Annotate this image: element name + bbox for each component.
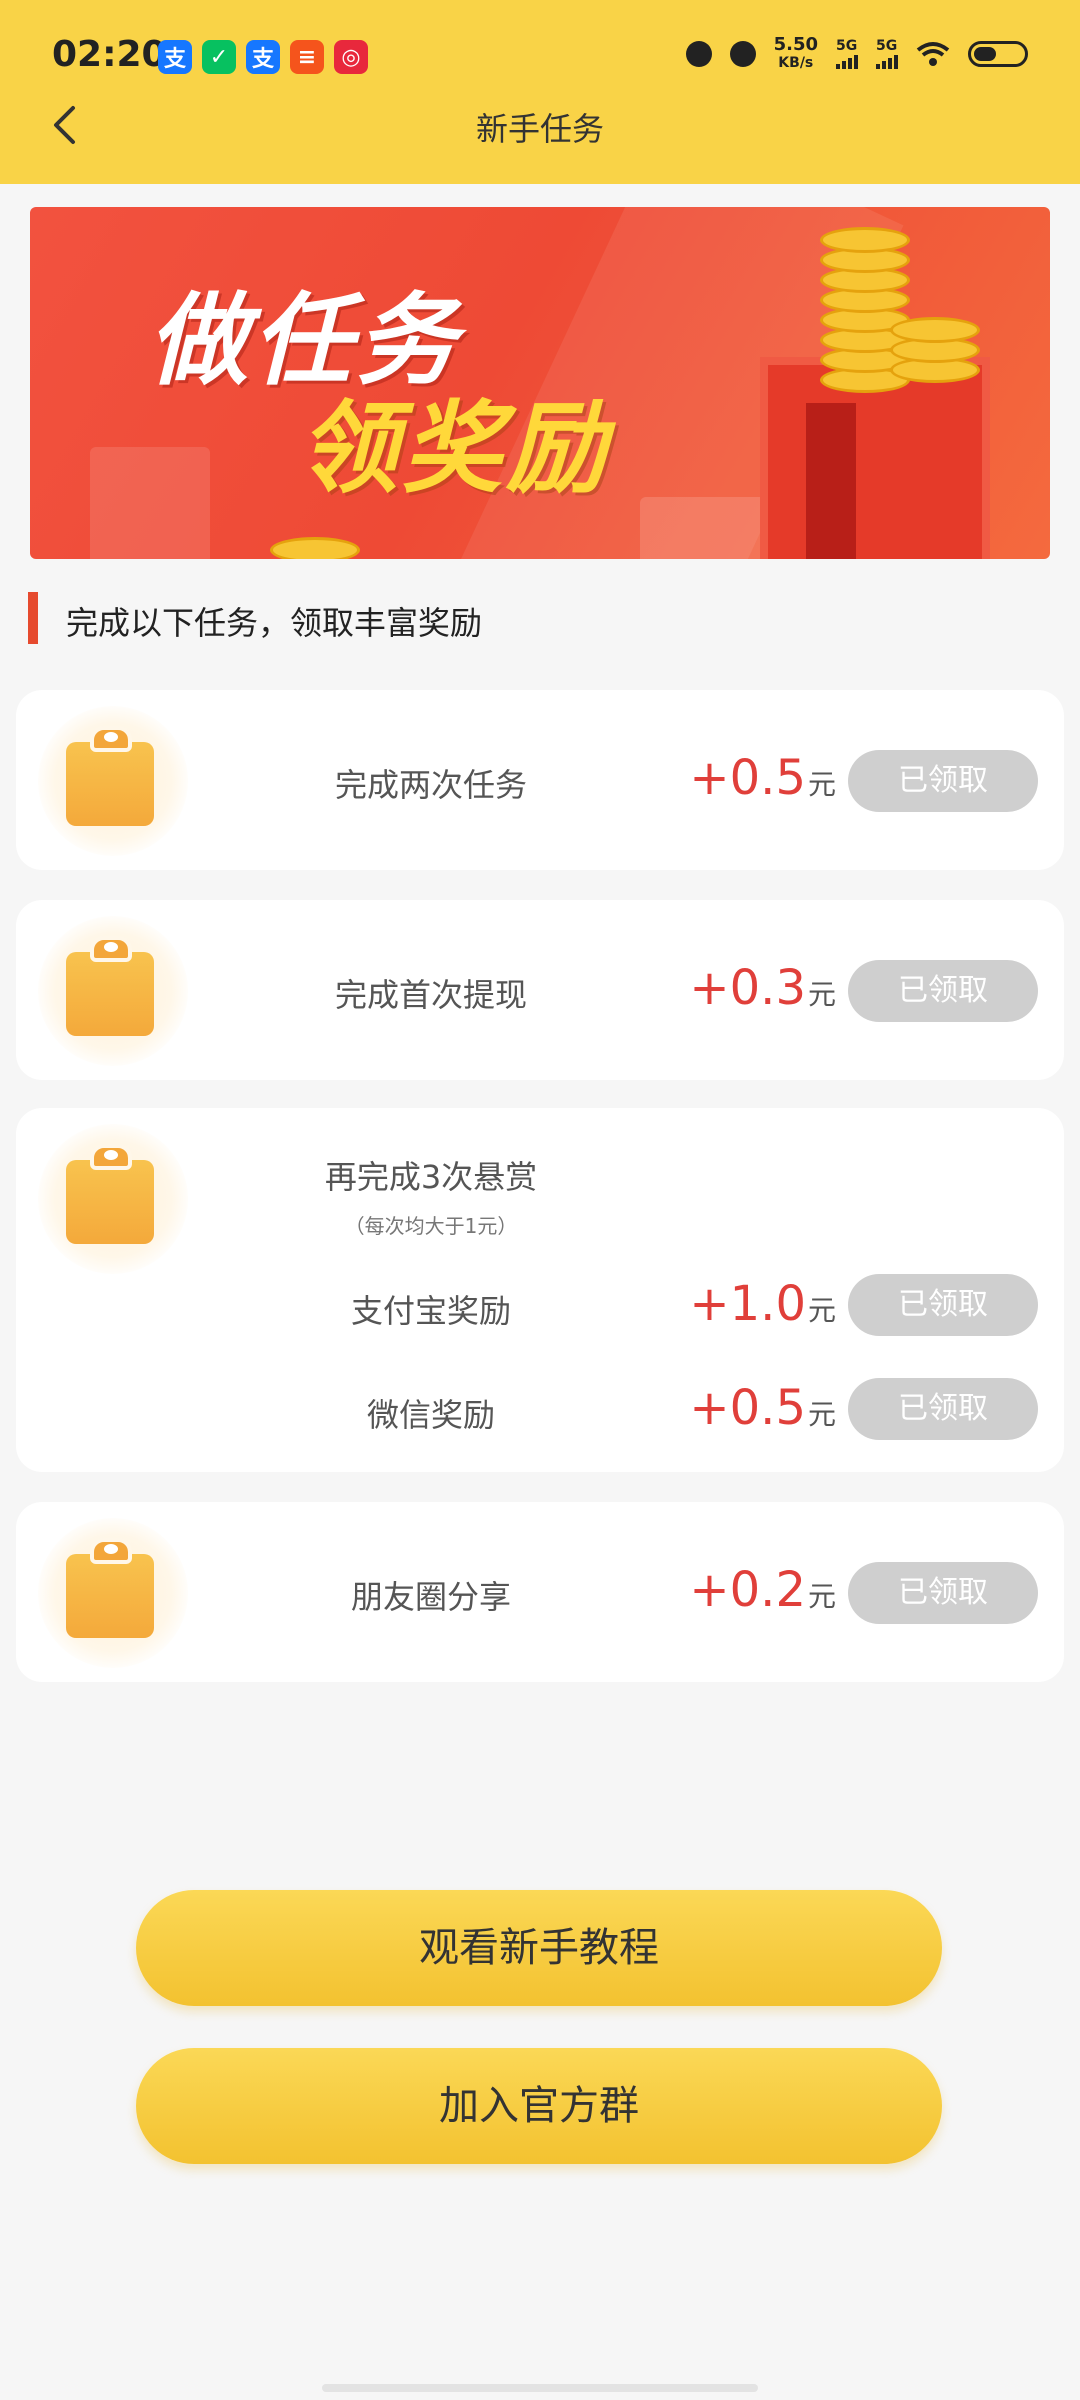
claimed-button[interactable]: 已领取 — [848, 1562, 1038, 1624]
reward-unit: 元 — [807, 978, 836, 1011]
reward-unit: 元 — [807, 768, 836, 801]
signal-type-label: 5G — [836, 38, 858, 54]
watch-tutorial-button[interactable]: 观看新手教程 — [136, 1890, 942, 2006]
mute-icon — [729, 41, 756, 67]
wifi-icon — [916, 42, 950, 66]
claimed-button[interactable]: 已领取 — [848, 960, 1038, 1022]
section-title: 完成以下任务，领取丰富奖励 — [66, 604, 483, 642]
subtask-label: 微信奖励 — [366, 1396, 495, 1434]
header: 02:20 支 ✓ 支 ≡ ◎ 5.50 KB/s 5G 5G 新手任务 — [0, 0, 1080, 184]
reward-amount: +1.0 — [689, 1276, 806, 1332]
task-reward: +0.2元 — [656, 1562, 836, 1618]
app-icon: ≡ — [290, 40, 324, 74]
alipay-icon: 支 — [158, 40, 192, 74]
reward-unit: 元 — [807, 1398, 836, 1431]
alarm-icon — [685, 41, 712, 67]
reward-amount: +0.2 — [689, 1562, 806, 1618]
target-icon: ◎ — [334, 40, 368, 74]
claimed-button[interactable]: 已领取 — [848, 750, 1038, 812]
task-reward: +0.5元 — [656, 1380, 836, 1436]
task-reward: +0.3元 — [656, 960, 836, 1016]
reward-unit: 元 — [807, 1580, 836, 1613]
status-indicators: 5.50 KB/s 5G 5G — [685, 36, 1028, 72]
network-speed: 5.50 KB/s — [774, 36, 818, 72]
task-label: 完成两次任务 — [334, 766, 527, 804]
network-speed-unit: KB/s — [778, 55, 814, 71]
task-card: 完成两次任务 +0.5元 已领取 — [16, 690, 1064, 870]
claimed-button[interactable]: 已领取 — [848, 1274, 1038, 1336]
status-app-icons: 支 ✓ 支 ≡ ◎ — [158, 40, 368, 74]
task-card: 再完成3次悬赏 （每次均大于1元） 支付宝奖励 +1.0元 已领取 微信奖励 +… — [16, 1108, 1064, 1472]
signal-1: 5G — [836, 39, 858, 69]
wechat-icon: ✓ — [202, 40, 236, 74]
signal-type-label: 5G — [876, 38, 898, 54]
alipay-icon: 支 — [246, 40, 280, 74]
task-note: （每次均大于1元） — [344, 1214, 518, 1238]
signal-bars-icon — [836, 53, 858, 69]
home-indicator[interactable] — [322, 2384, 758, 2392]
promo-banner[interactable]: 做任务 领奖励 — [30, 207, 1050, 559]
task-card: 朋友圈分享 +0.2元 已领取 — [16, 1502, 1064, 1682]
signal-bars-icon — [876, 53, 898, 69]
task-label: 朋友圈分享 — [350, 1578, 511, 1616]
banner-subheadline: 领奖励 — [298, 390, 610, 507]
reward-amount: +0.3 — [689, 960, 806, 1016]
signal-2: 5G — [876, 39, 898, 69]
battery-icon — [968, 41, 1028, 67]
clipboard-icon — [38, 1124, 188, 1274]
claimed-button[interactable]: 已领取 — [848, 1378, 1038, 1440]
task-label: 再完成3次悬赏 — [324, 1158, 538, 1196]
status-bar: 02:20 支 ✓ 支 ≡ ◎ 5.50 KB/s 5G 5G — [0, 0, 1080, 110]
join-group-button[interactable]: 加入官方群 — [136, 2048, 942, 2164]
reward-amount: +0.5 — [689, 1380, 806, 1436]
clipboard-icon — [38, 706, 188, 856]
reward-amount: +0.5 — [689, 750, 806, 806]
task-label: 完成首次提现 — [334, 976, 527, 1014]
section-accent-bar — [28, 592, 38, 644]
clipboard-icon — [38, 1518, 188, 1668]
status-time: 02:20 — [52, 34, 167, 75]
reward-unit: 元 — [807, 1294, 836, 1327]
clipboard-icon — [38, 916, 188, 1066]
page-title: 新手任务 — [475, 110, 604, 148]
task-reward: +0.5元 — [656, 750, 836, 806]
task-card: 完成首次提现 +0.3元 已领取 — [16, 900, 1064, 1080]
subtask-label: 支付宝奖励 — [350, 1292, 511, 1330]
task-reward: +1.0元 — [656, 1276, 836, 1332]
network-speed-value: 5.50 — [773, 34, 818, 55]
